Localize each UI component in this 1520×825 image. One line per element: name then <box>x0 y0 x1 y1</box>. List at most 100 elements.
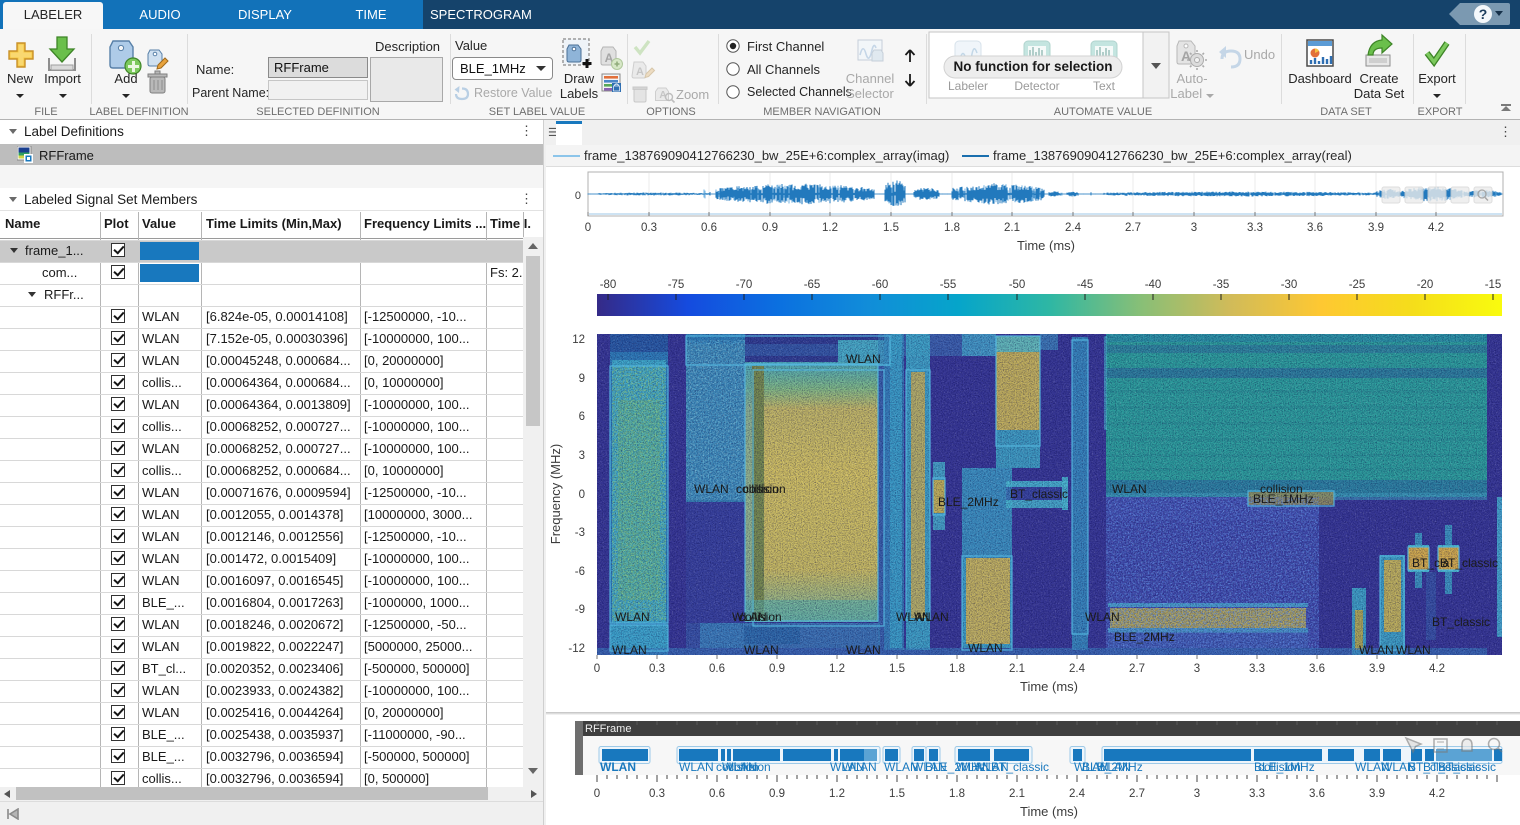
svg-text:3.3: 3.3 <box>1247 222 1263 234</box>
svg-text:1.8: 1.8 <box>949 788 965 800</box>
svg-text:Time (ms): Time (ms) <box>1020 679 1078 694</box>
svg-text:WLAN: WLAN <box>846 352 881 366</box>
svg-text:-35: -35 <box>1213 279 1230 291</box>
svg-text:3: 3 <box>1191 222 1197 234</box>
svg-text:-65: -65 <box>804 279 821 291</box>
svg-text:2.1: 2.1 <box>1004 222 1020 234</box>
svg-text:Frequency (MHz): Frequency (MHz) <box>548 444 563 544</box>
svg-text:RFFrame: RFFrame <box>585 723 631 735</box>
svg-text:-15: -15 <box>1485 279 1502 291</box>
svg-text:0.3: 0.3 <box>649 788 665 800</box>
svg-text:collision: collision <box>728 760 771 774</box>
svg-text:2.4: 2.4 <box>1065 222 1082 234</box>
svg-text:-40: -40 <box>1145 279 1162 291</box>
svg-text:WLAN: WLAN <box>694 482 729 496</box>
svg-text:WLAN: WLAN <box>1359 643 1394 657</box>
svg-text:3.6: 3.6 <box>1307 222 1323 234</box>
svg-text:-30: -30 <box>1281 279 1298 291</box>
svg-text:collision: collision <box>1258 760 1301 774</box>
svg-text:-75: -75 <box>668 279 685 291</box>
svg-text:WLAN: WLAN <box>1396 643 1431 657</box>
svg-text:-45: -45 <box>1077 279 1094 291</box>
svg-text:3.3: 3.3 <box>1249 663 1265 675</box>
svg-text:-55: -55 <box>940 279 957 291</box>
svg-text:0.9: 0.9 <box>769 788 785 800</box>
svg-text:4.2: 4.2 <box>1429 663 1445 675</box>
svg-text:3: 3 <box>1194 663 1200 675</box>
svg-text:0.3: 0.3 <box>649 663 665 675</box>
svg-text:BT_classic: BT_classic <box>1438 760 1496 774</box>
svg-text:-9: -9 <box>575 604 585 616</box>
svg-text:0.6: 0.6 <box>701 222 717 234</box>
svg-text:1.8: 1.8 <box>944 222 960 234</box>
svg-text:-60: -60 <box>872 279 889 291</box>
svg-text:2.7: 2.7 <box>1129 663 1145 675</box>
svg-text:collision: collision <box>743 482 786 496</box>
svg-text:WLAN: WLAN <box>744 643 779 657</box>
svg-text:2.1: 2.1 <box>1009 663 1025 675</box>
svg-text:2.4: 2.4 <box>1069 788 1086 800</box>
svg-text:0.9: 0.9 <box>762 222 778 234</box>
svg-text:WLAN: WLAN <box>1085 610 1120 624</box>
svg-text:-12: -12 <box>568 643 585 655</box>
svg-text:-20: -20 <box>1417 279 1434 291</box>
svg-text:collision: collision <box>739 610 782 624</box>
svg-text:BT_classic: BT_classic <box>1432 615 1490 629</box>
svg-text:1.5: 1.5 <box>889 663 905 675</box>
svg-text:0: 0 <box>585 222 591 234</box>
svg-text:3: 3 <box>1194 788 1200 800</box>
svg-text:1.2: 1.2 <box>829 788 845 800</box>
svg-text:0.9: 0.9 <box>769 663 785 675</box>
svg-text:WLAN: WLAN <box>1112 482 1147 496</box>
svg-text:WLAN: WLAN <box>1096 760 1131 774</box>
svg-text:BT_classic: BT_classic <box>1440 556 1498 570</box>
svg-text:3.6: 3.6 <box>1309 663 1325 675</box>
svg-text:Time (ms): Time (ms) <box>1017 238 1075 253</box>
svg-text:-3: -3 <box>575 527 585 539</box>
svg-text:0: 0 <box>575 190 581 202</box>
svg-text:WLAN: WLAN <box>846 643 881 657</box>
svg-text:0.6: 0.6 <box>709 788 725 800</box>
svg-text:-50: -50 <box>1009 279 1026 291</box>
svg-text:2.7: 2.7 <box>1125 222 1141 234</box>
svg-text:1.5: 1.5 <box>883 222 899 234</box>
svg-text:0: 0 <box>594 788 600 800</box>
svg-text:BT_classic: BT_classic <box>1010 487 1068 501</box>
svg-text:WLAN: WLAN <box>914 610 949 624</box>
svg-text:Time (ms): Time (ms) <box>1020 804 1078 819</box>
svg-text:1.2: 1.2 <box>822 222 838 234</box>
svg-text:3: 3 <box>579 450 585 462</box>
svg-text:-70: -70 <box>736 279 753 291</box>
svg-text:-25: -25 <box>1349 279 1366 291</box>
svg-text:WLAN: WLAN <box>600 760 636 774</box>
svg-text:3.9: 3.9 <box>1369 663 1385 675</box>
svg-text:0: 0 <box>579 489 585 501</box>
svg-text:4.2: 4.2 <box>1429 788 1445 800</box>
svg-text:1.8: 1.8 <box>949 663 965 675</box>
svg-text:3.6: 3.6 <box>1309 788 1325 800</box>
svg-text:3.9: 3.9 <box>1369 788 1385 800</box>
svg-text:0: 0 <box>594 663 600 675</box>
svg-text:WLAN: WLAN <box>679 760 714 774</box>
svg-text:1.5: 1.5 <box>889 788 905 800</box>
svg-text:BLE_2MHz: BLE_2MHz <box>938 495 999 509</box>
svg-text:0.3: 0.3 <box>641 222 657 234</box>
svg-text:0.6: 0.6 <box>709 663 725 675</box>
svg-text:3.9: 3.9 <box>1368 222 1384 234</box>
svg-text:WLAN: WLAN <box>842 760 877 774</box>
svg-text:2.4: 2.4 <box>1069 663 1086 675</box>
svg-text:-6: -6 <box>575 566 585 578</box>
svg-text:BT_classic: BT_classic <box>991 760 1049 774</box>
svg-text:WLAN: WLAN <box>615 610 650 624</box>
svg-text:4.2: 4.2 <box>1428 222 1444 234</box>
svg-text:BLE_1MHz: BLE_1MHz <box>1253 492 1314 506</box>
svg-text:BLE_2MHz: BLE_2MHz <box>1114 630 1175 644</box>
svg-text:WLAN: WLAN <box>968 641 1003 655</box>
svg-text:2.7: 2.7 <box>1129 788 1145 800</box>
svg-text:12: 12 <box>572 334 585 346</box>
svg-text:3.3: 3.3 <box>1249 788 1265 800</box>
svg-text:-80: -80 <box>600 279 617 291</box>
svg-text:1.2: 1.2 <box>829 663 845 675</box>
svg-text:6: 6 <box>579 411 585 423</box>
svg-text:2.1: 2.1 <box>1009 788 1025 800</box>
